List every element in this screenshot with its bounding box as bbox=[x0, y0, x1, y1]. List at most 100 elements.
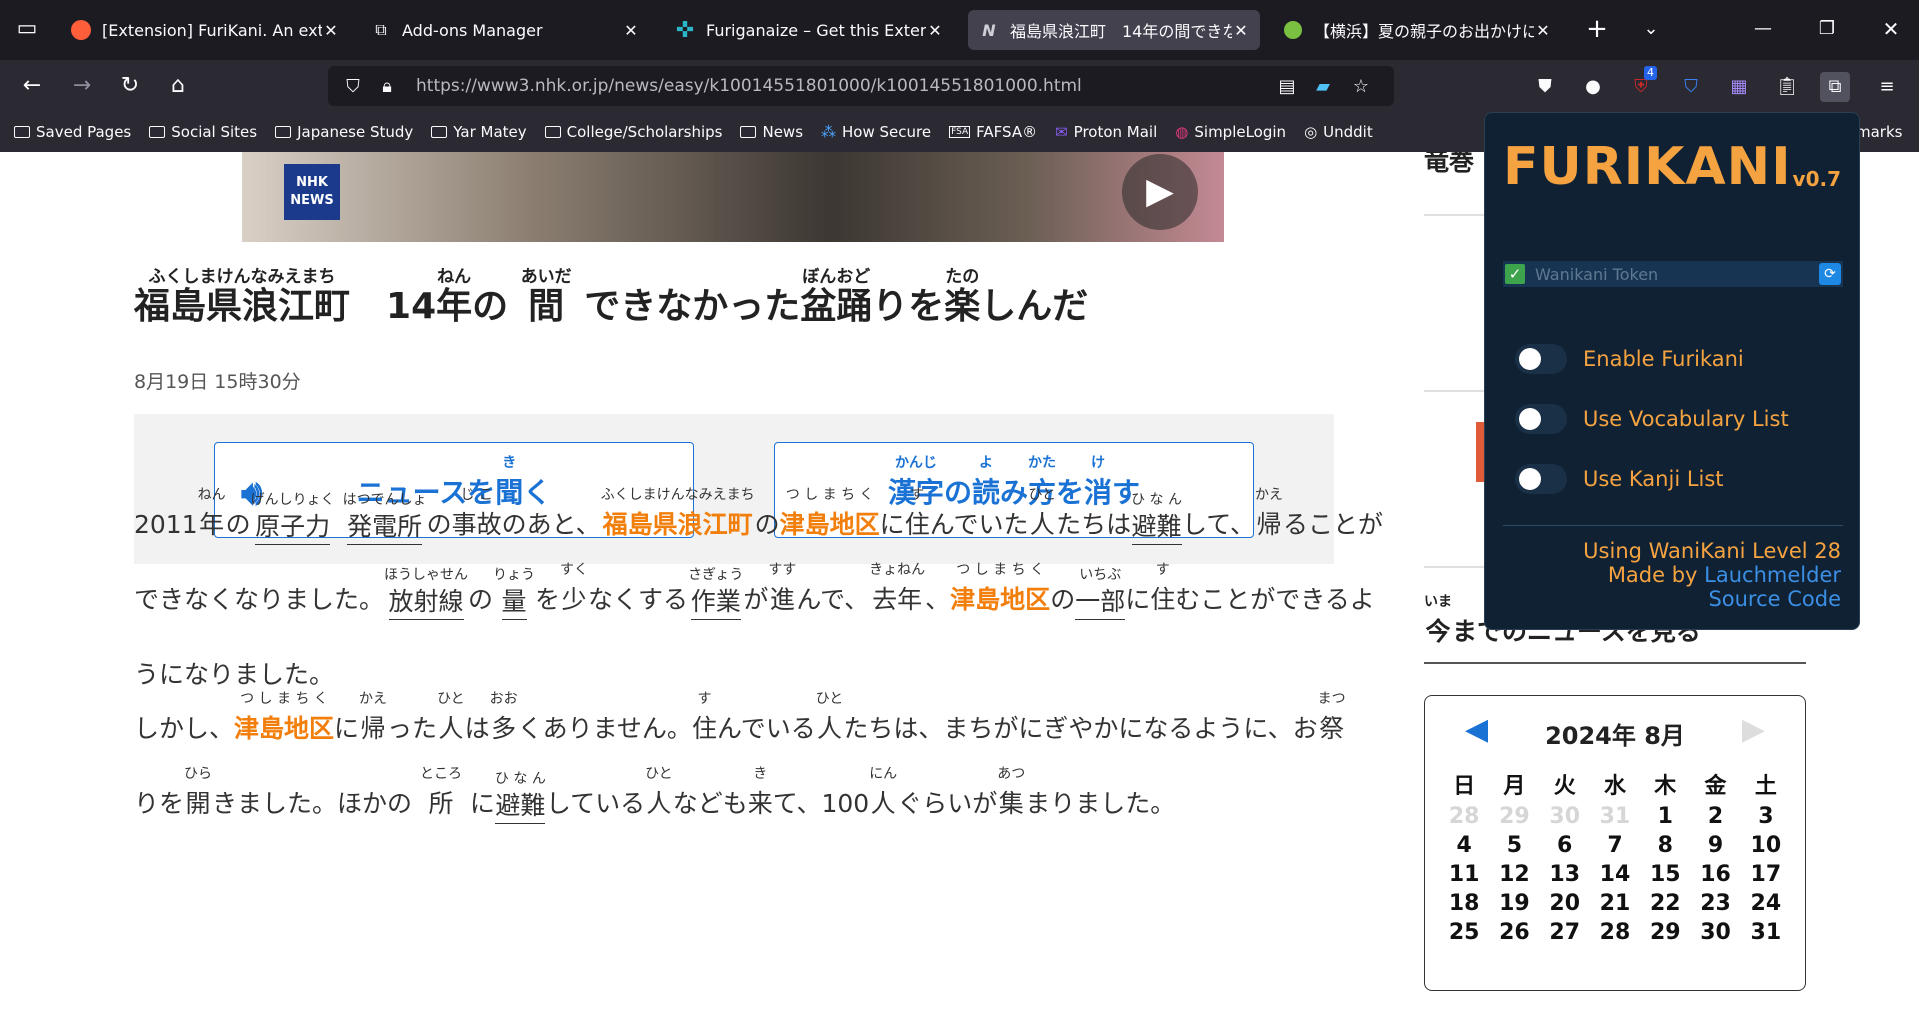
calendar-day[interactable]: 15 bbox=[1640, 862, 1690, 887]
bookmark-proton-mail[interactable]: ✉ Proton Mail bbox=[1055, 123, 1157, 141]
dictionary-word-text[interactable]: 避難 bbox=[495, 789, 546, 824]
calendar-day[interactable]: 1 bbox=[1640, 804, 1690, 829]
clipboard-icon[interactable]: 📋︎ bbox=[1772, 72, 1802, 102]
calendar-day[interactable]: 29 bbox=[1640, 920, 1690, 945]
bitwarden-icon[interactable]: ⛉ bbox=[1676, 72, 1706, 102]
calendar-day[interactable]: 31 bbox=[1741, 920, 1791, 945]
calendar-day[interactable]: 27 bbox=[1540, 920, 1590, 945]
calendar-day[interactable]: 25 bbox=[1439, 920, 1489, 945]
calendar-day[interactable]: 14 bbox=[1590, 862, 1640, 887]
calendar-day[interactable]: 10 bbox=[1741, 833, 1791, 858]
calendar-day[interactable]: 5 bbox=[1489, 833, 1539, 858]
other-bookmarks-overflow[interactable]: marks bbox=[1856, 123, 1902, 141]
author-link[interactable]: Lauchmelder bbox=[1704, 563, 1841, 587]
dictionary-word-text[interactable]: 発電所 bbox=[347, 510, 423, 545]
calendar-day[interactable]: 9 bbox=[1690, 833, 1740, 858]
close-tab-icon[interactable]: ✕ bbox=[1232, 21, 1250, 40]
bookmark-simplelogin[interactable]: ◍ SimpleLogin bbox=[1175, 123, 1286, 141]
calendar-day[interactable]: 28 bbox=[1590, 920, 1640, 945]
calendar-day[interactable]: 4 bbox=[1439, 833, 1489, 858]
use-kanji-list-toggle[interactable] bbox=[1515, 464, 1567, 494]
enable-furikani-toggle[interactable] bbox=[1515, 344, 1567, 374]
ublock-icon[interactable]: ⛨ 4 bbox=[1626, 66, 1657, 102]
back-arrow-icon[interactable]: ← bbox=[16, 70, 48, 102]
place-name-text[interactable]: 津島地区 bbox=[234, 709, 334, 749]
wanikani-token-input[interactable] bbox=[1533, 261, 1819, 287]
list-all-tabs-chevron-icon[interactable]: ⌄ bbox=[1636, 14, 1666, 44]
sidebar-thumbnail-fragment[interactable] bbox=[1476, 422, 1484, 482]
token-valid-checkbox[interactable]: ✓ bbox=[1505, 264, 1525, 284]
furiganaize-extension-icon[interactable]: ▦ bbox=[1724, 72, 1754, 102]
dictionary-word-text[interactable]: 一部 bbox=[1075, 585, 1126, 620]
new-tab-plus-icon[interactable]: + bbox=[1582, 14, 1612, 44]
calendar-day[interactable]: 18 bbox=[1439, 891, 1489, 916]
use-kanji-list-toggle-row[interactable]: Use Kanji List bbox=[1515, 464, 1724, 494]
minimize-window-icon[interactable]: — bbox=[1748, 14, 1778, 44]
close-tab-icon[interactable]: ✕ bbox=[622, 21, 640, 40]
calendar-day[interactable]: 8 bbox=[1640, 833, 1690, 858]
calendar-day[interactable]: 13 bbox=[1540, 862, 1590, 887]
pocket-icon[interactable]: ⛊ bbox=[1530, 72, 1560, 102]
calendar-day[interactable]: 20 bbox=[1540, 891, 1590, 916]
url-text[interactable]: https://www3.nhk.or.jp/news/easy/k100145… bbox=[416, 76, 1082, 96]
bookmark-unddit[interactable]: ◎ Unddit bbox=[1304, 123, 1373, 141]
bookmark-yar-matey[interactable]: Yar Matey bbox=[431, 123, 527, 141]
place-name-text[interactable]: 津島地区 bbox=[950, 580, 1050, 620]
close-tab-icon[interactable]: ✕ bbox=[1534, 21, 1552, 40]
dictionary-word-text[interactable]: 避難 bbox=[1131, 510, 1182, 545]
news-video-player[interactable]: NHK NEWS ▶ bbox=[242, 152, 1224, 242]
calendar-day[interactable]: 3 bbox=[1741, 804, 1791, 829]
bookmark-star-icon[interactable]: ☆ bbox=[1348, 76, 1374, 97]
dictionary-word-text[interactable]: 作業 bbox=[690, 585, 741, 620]
lock-icon[interactable]: 🔒︎ bbox=[374, 76, 400, 97]
calendar-day[interactable]: 24 bbox=[1741, 891, 1791, 916]
restore-window-icon[interactable]: ❐ bbox=[1812, 14, 1842, 44]
tab-yokohama[interactable]: 【横浜】夏の親子のお出かけに ✕ bbox=[1272, 10, 1562, 50]
calendar-day[interactable]: 26 bbox=[1489, 920, 1539, 945]
dictionary-word-text[interactable]: 原子力 bbox=[255, 510, 331, 545]
bookmark-news[interactable]: News bbox=[740, 123, 803, 141]
bookmark-how-secure[interactable]: ⁂ How Secure bbox=[821, 123, 931, 141]
bookmark-fafsa[interactable]: FSA FAFSA® bbox=[949, 123, 1037, 141]
calendar-day[interactable]: 7 bbox=[1590, 833, 1640, 858]
bookmark-japanese-study[interactable]: Japanese Study bbox=[275, 123, 413, 141]
tab-furikani-extension[interactable]: [Extension] FuriKani. An extensio ✕ bbox=[60, 10, 350, 50]
forward-arrow-icon[interactable]: → bbox=[66, 70, 98, 102]
source-code-link[interactable]: Source Code bbox=[1708, 587, 1841, 611]
tracking-shield-icon[interactable]: ⛉ bbox=[340, 76, 366, 97]
tab-furiganaize[interactable]: ✜ Furiganaize – Get this Extension ✕ bbox=[664, 10, 954, 50]
place-name-text[interactable]: 津島地区 bbox=[780, 505, 880, 545]
place-name-text[interactable]: 福島県浪江町 bbox=[603, 505, 753, 545]
calendar-day[interactable]: 30 bbox=[1690, 920, 1740, 945]
refresh-token-icon[interactable]: ⟳ bbox=[1819, 263, 1841, 285]
calendar-day[interactable]: 11 bbox=[1439, 862, 1489, 887]
sidebar-news-item-fragment[interactable]: たつま竜巻 bbox=[1424, 152, 1474, 182]
extensions-puzzle-icon[interactable]: ⧉ bbox=[1820, 72, 1850, 102]
tab-addons-manager[interactable]: ⧉ Add-ons Manager ✕ bbox=[360, 10, 650, 50]
reload-icon[interactable]: ↻ bbox=[114, 70, 146, 102]
close-tab-icon[interactable]: ✕ bbox=[926, 21, 944, 40]
calendar-day[interactable]: 22 bbox=[1640, 891, 1690, 916]
calendar-day[interactable]: 21 bbox=[1590, 891, 1640, 916]
calendar-day[interactable]: 17 bbox=[1741, 862, 1791, 887]
dictionary-word-text[interactable]: 放射線 bbox=[388, 585, 464, 620]
home-icon[interactable]: ⌂ bbox=[162, 70, 194, 102]
calendar-day[interactable]: 2 bbox=[1690, 804, 1740, 829]
enable-furikani-toggle-row[interactable]: Enable Furikani bbox=[1515, 344, 1744, 374]
firefox-view-icon[interactable]: ▭ bbox=[12, 14, 42, 44]
calendar-day[interactable]: 23 bbox=[1690, 891, 1740, 916]
url-bar[interactable]: ⛉ 🔒︎ https://www3.nhk.or.jp/news/easy/k1… bbox=[328, 66, 1394, 106]
play-video-icon[interactable]: ▶ bbox=[1122, 154, 1198, 230]
bookmark-social-sites[interactable]: Social Sites bbox=[149, 123, 257, 141]
tab-nhk-article[interactable]: N 福島県浪江町 14年の間できなか ✕ bbox=[968, 10, 1260, 50]
close-tab-icon[interactable]: ✕ bbox=[322, 21, 340, 40]
bookmark-saved-pages[interactable]: Saved Pages bbox=[14, 123, 131, 141]
reader-view-icon[interactable]: ▤ bbox=[1274, 76, 1300, 97]
dictionary-word-text[interactable]: 量 bbox=[501, 585, 527, 620]
use-vocabulary-list-toggle[interactable] bbox=[1515, 404, 1567, 434]
calendar-day[interactable]: 12 bbox=[1489, 862, 1539, 887]
calendar-day[interactable]: 19 bbox=[1489, 891, 1539, 916]
bookmark-college-scholarships[interactable]: College/Scholarships bbox=[544, 123, 722, 141]
calendar-day[interactable]: 6 bbox=[1540, 833, 1590, 858]
app-menu-icon[interactable]: ≡ bbox=[1872, 72, 1902, 102]
